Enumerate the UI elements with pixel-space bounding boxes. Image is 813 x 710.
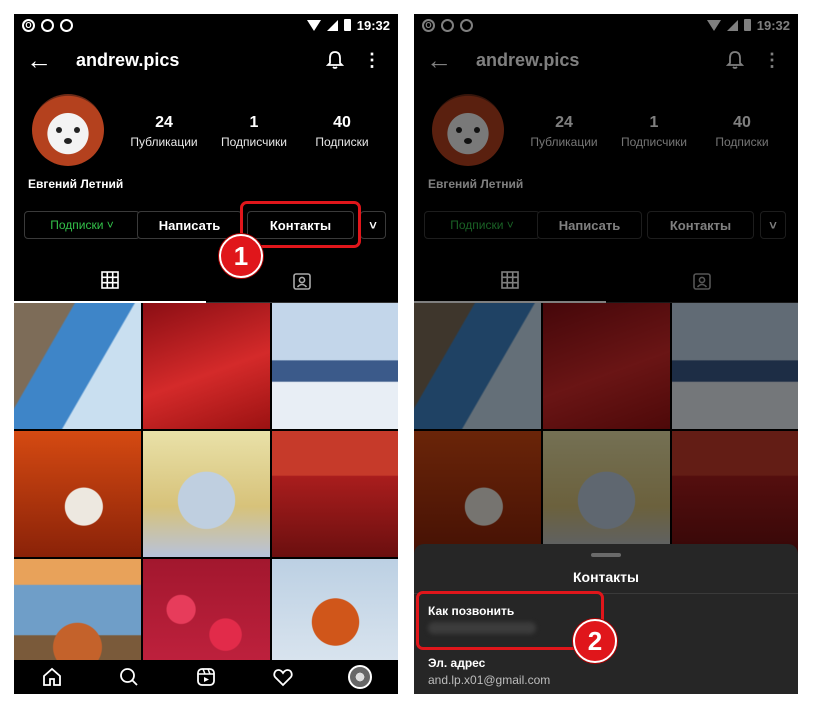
suggestions-chevron-button[interactable]: ˅: [360, 211, 386, 239]
profile-screen-left: O 19:32 ← andrew.pics ⋮ 24 Публикации 1 …: [14, 14, 398, 694]
opera-icon: O: [22, 18, 35, 32]
bell-icon[interactable]: [320, 50, 350, 70]
reels-icon[interactable]: [191, 662, 221, 692]
subscriptions-label: Подписки: [50, 218, 104, 232]
photo-red-tulips[interactable]: [272, 431, 398, 557]
profile-full-name: Евгений Летний: [28, 177, 124, 191]
profile-nav-avatar[interactable]: [345, 662, 375, 692]
sync-icon: [60, 18, 73, 32]
step-marker-2: 2: [573, 619, 617, 663]
avatar: [347, 665, 372, 689]
home-icon[interactable]: [37, 662, 67, 692]
wifi-icon: [306, 19, 321, 31]
heart-icon[interactable]: [268, 662, 298, 692]
status-time: 19:32: [356, 17, 390, 33]
tab-posts-grid[interactable]: [14, 259, 206, 303]
sheet-drag-handle[interactable]: [591, 553, 621, 557]
stat-posts-value: 24: [155, 114, 173, 131]
avatar-eye-left: [56, 127, 62, 133]
photo-owl[interactable]: [14, 303, 141, 429]
contacts-highlight: [240, 201, 361, 248]
back-arrow-icon[interactable]: ←: [26, 47, 54, 73]
photo-cat-autumn[interactable]: [14, 431, 141, 557]
profile-tabs: [14, 259, 398, 303]
email-value[interactable]: and.lp.x01@gmail.com: [428, 673, 550, 687]
subscriptions-button[interactable]: Подписки ˅: [24, 211, 140, 239]
more-options-icon[interactable]: ⋮: [358, 51, 386, 69]
sheet-title: Контакты: [572, 569, 639, 585]
chevron-down-icon: ˅: [106, 218, 114, 232]
top-bar: ← andrew.pics ⋮: [14, 42, 398, 78]
photo-white-wolf[interactable]: [272, 303, 398, 429]
profile-screen-right: O 19:32 ← andrew.pics ⋮ 24 Публикации 1 …: [414, 14, 798, 694]
status-bar: O 19:32: [14, 14, 398, 36]
avatar-nose: [64, 138, 72, 144]
photo-red-feather[interactable]: [143, 303, 270, 429]
email-option-label[interactable]: Эл. адрес: [428, 656, 485, 670]
step-marker-1: 1: [219, 234, 263, 278]
avatar-eye-right: [74, 127, 80, 133]
stat-followers-label: Подписчики: [220, 135, 287, 149]
profile-avatar[interactable]: [32, 94, 104, 166]
stat-followers-value: 1: [249, 114, 259, 131]
stat-posts[interactable]: 24 Публикации: [122, 114, 206, 149]
signal-icon: [326, 19, 338, 31]
tagged-person-icon: [293, 272, 311, 290]
grid-icon: [101, 271, 119, 289]
battery-icon: [343, 19, 351, 31]
photo-white-fox[interactable]: [143, 431, 270, 557]
stat-followers[interactable]: 1 Подписчики: [212, 114, 296, 149]
app-icon: [41, 18, 54, 32]
bottom-navigation: [14, 660, 398, 694]
stat-following[interactable]: 40 Подписки: [300, 114, 384, 149]
profile-username: andrew.pics: [76, 49, 180, 70]
photo-grid: [14, 303, 398, 685]
stat-following-label: Подписки: [315, 135, 369, 149]
chevron-down-icon: ˅: [369, 217, 377, 233]
search-icon[interactable]: [114, 662, 144, 692]
stat-posts-label: Публикации: [130, 135, 198, 149]
stat-following-value: 40: [333, 114, 351, 131]
message-button[interactable]: Написать: [137, 211, 242, 239]
